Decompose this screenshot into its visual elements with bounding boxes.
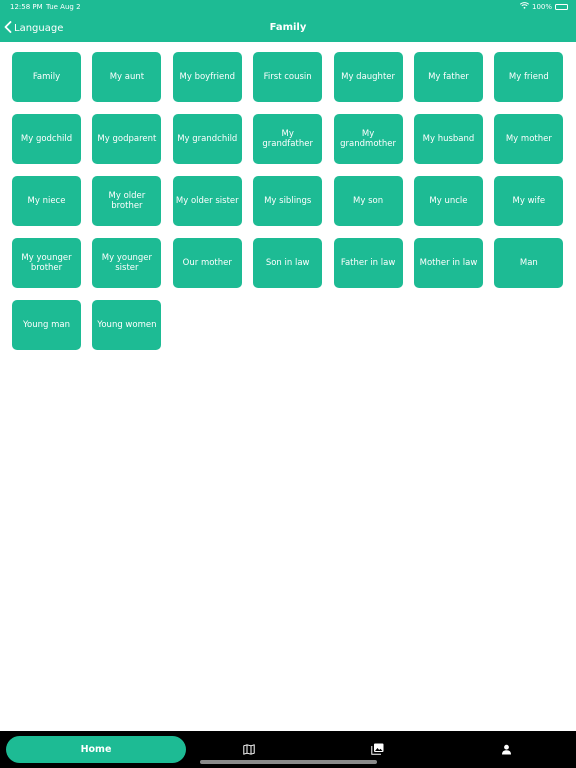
status-date: Tue Aug 2	[46, 3, 81, 11]
tile-my-younger-sister[interactable]: My younger sister	[92, 238, 162, 288]
tile-my-boyfriend[interactable]: My boyfriend	[172, 52, 242, 102]
home-indicator	[200, 760, 377, 764]
tile-young-women[interactable]: Young women	[92, 300, 162, 350]
tile-my-grandmother[interactable]: My grandmother	[333, 114, 403, 164]
tile-my-husband[interactable]: My husband	[413, 114, 483, 164]
tile-my-father[interactable]: My father	[413, 52, 483, 102]
nav-bar: Language Family	[0, 14, 576, 42]
status-right: 100%	[519, 0, 568, 14]
tile-my-wife[interactable]: My wife	[494, 176, 564, 226]
tile-my-aunt[interactable]: My aunt	[92, 52, 162, 102]
phrase-grid: Family My aunt My boyfriend First cousin…	[12, 52, 564, 350]
tile-my-mother[interactable]: My mother	[494, 114, 564, 164]
tile-son-in-law[interactable]: Son in law	[253, 238, 323, 288]
status-bar: 12:58 PM Tue Aug 2 100%	[0, 0, 576, 14]
tile-my-daughter[interactable]: My daughter	[333, 52, 403, 102]
tile-our-mother[interactable]: Our mother	[172, 238, 242, 288]
map-icon[interactable]	[242, 742, 256, 756]
tile-my-friend[interactable]: My friend	[494, 52, 564, 102]
tile-family[interactable]: Family	[12, 52, 81, 102]
tile-my-uncle[interactable]: My uncle	[413, 176, 483, 226]
tile-my-godchild[interactable]: My godchild	[12, 114, 81, 164]
tab-home[interactable]: Home	[6, 736, 186, 763]
person-icon[interactable]	[499, 742, 513, 756]
tile-my-grandchild[interactable]: My grandchild	[172, 114, 242, 164]
tile-my-siblings[interactable]: My siblings	[253, 176, 323, 226]
tile-young-man[interactable]: Young man	[12, 300, 81, 350]
tile-my-younger-brother[interactable]: My younger brother	[12, 238, 81, 288]
battery-percent: 100%	[531, 3, 552, 11]
tile-my-older-brother[interactable]: My older brother	[92, 176, 162, 226]
tile-my-older-sister[interactable]: My older sister	[172, 176, 242, 226]
tile-mother-in-law[interactable]: Mother in law	[413, 238, 483, 288]
wifi-icon	[519, 0, 530, 14]
tile-first-cousin[interactable]: First cousin	[253, 52, 323, 102]
tile-my-niece[interactable]: My niece	[12, 176, 81, 226]
battery-icon	[555, 4, 568, 10]
tile-my-grandfather[interactable]: My grandfather	[253, 114, 323, 164]
top-bar: 12:58 PM Tue Aug 2 100% Language Family	[0, 0, 576, 42]
status-time: 12:58 PM	[10, 3, 43, 11]
tile-my-godparent[interactable]: My godparent	[92, 114, 162, 164]
tile-man[interactable]: Man	[494, 238, 564, 288]
photo-library-icon[interactable]	[370, 742, 384, 756]
tile-father-in-law[interactable]: Father in law	[333, 238, 403, 288]
page-title: Family	[269, 22, 307, 33]
tile-my-son[interactable]: My son	[333, 176, 403, 226]
